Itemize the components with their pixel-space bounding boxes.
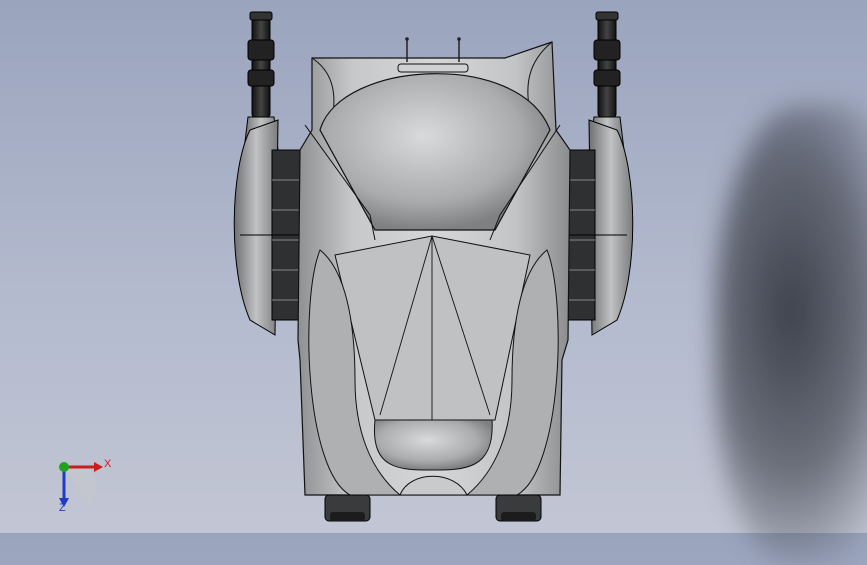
- main-hull: [297, 37, 571, 496]
- left-rear-thruster: [324, 494, 371, 522]
- x-axis-label: X: [104, 458, 112, 470]
- right-rear-thruster: [495, 494, 542, 522]
- x-axis-arrowhead: [94, 462, 103, 472]
- view-orientation-triad[interactable]: X Z: [50, 450, 120, 520]
- left-side-pod: [233, 119, 303, 336]
- y-axis-dot: [59, 462, 69, 472]
- z-axis-label: Z: [59, 502, 66, 514]
- graphics-viewport[interactable]: X Z: [0, 0, 867, 565]
- right-side-pod: [564, 119, 634, 336]
- model-render[interactable]: [0, 0, 867, 533]
